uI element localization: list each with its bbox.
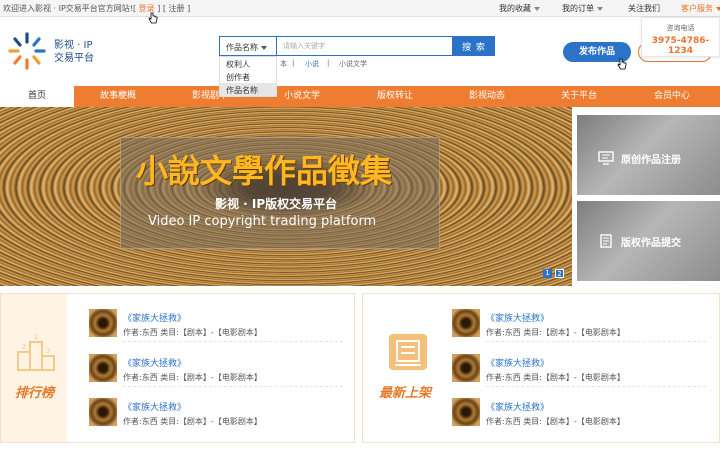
work-meta: 作者:东西 类目:【剧本】-【电影剧本】 <box>486 328 625 337</box>
search-button[interactable]: 搜 索 <box>453 36 495 56</box>
search-category-dropdown: 权利人 创作者 作品名称 <box>219 56 277 97</box>
work-title[interactable]: 《家族大拯救》 <box>123 356 186 369</box>
work-thumbnail <box>89 354 117 382</box>
logo-icon[interactable] <box>6 30 48 72</box>
register-link[interactable]: [ 注册 ] <box>163 4 190 13</box>
logo-text: 影视 · IP 交易平台 <box>54 40 94 64</box>
section-title: 最新上架 <box>379 386 432 401</box>
work-thumbnail <box>89 309 117 337</box>
favorites-link[interactable]: 我的收藏 <box>499 3 540 14</box>
work-title[interactable]: 《家族大拯救》 <box>123 400 186 413</box>
hand-cursor-icon <box>617 58 627 70</box>
customer-service-link[interactable]: 客户服务 <box>681 3 720 14</box>
banner-page-2[interactable]: 2 <box>555 269 564 278</box>
nav-item-synopsis[interactable]: 故事梗概 <box>100 86 136 107</box>
dropdown-option-rights-holder[interactable]: 权利人 <box>220 57 276 70</box>
work-meta: 作者:东西 类目:【剧本】-【电影剧本】 <box>123 373 262 382</box>
work-title[interactable]: 《家族大拯救》 <box>486 400 549 413</box>
main-nav: 首页 故事梗概 影视剧本 小说文学 版权转让 影视动态 关于平台 会员中心 <box>0 86 720 107</box>
monitor-icon <box>598 151 614 165</box>
work-title[interactable]: 《家族大拯救》 <box>123 311 186 324</box>
new-arrivals-section: 最新上架 《家族大拯救》 作者:东西 类目:【剧本】-【电影剧本】 《家族大拯救… <box>362 293 720 443</box>
divider <box>486 386 706 387</box>
hot-word[interactable]: 小说 <box>305 59 319 69</box>
hot-word[interactable]: 本 <box>280 59 287 69</box>
work-thumbnail <box>89 398 117 426</box>
hot-word-separator: | <box>292 59 295 67</box>
work-thumbnail <box>452 398 480 426</box>
login-register-group: [ 登录 ] [ 注册 ] <box>133 4 191 13</box>
chevron-down-icon <box>716 6 720 11</box>
shelf-icon <box>389 334 427 370</box>
work-meta: 作者:东西 类目:【剧本】-【电影剧本】 <box>486 417 625 426</box>
nav-item-novels[interactable]: 小说文学 <box>284 86 320 107</box>
podium-icon: 1 2 3 <box>17 333 55 371</box>
nav-item-about[interactable]: 关于平台 <box>561 86 597 107</box>
banner-title: 小說文學作品徵集 <box>136 152 393 190</box>
ranking-section: 1 2 3 排行榜 《家族大拯救》 作者:东西 类目:【剧本】-【电影剧本】 《… <box>0 293 355 443</box>
top-bar: 欢迎进入影视 · IP交易平台官方网站! [ 登录 ] [ 注册 ] 我的收藏 … <box>0 0 720 17</box>
section-title: 排行榜 <box>15 386 55 401</box>
work-meta: 作者:东西 类目:【剧本】-【电影剧本】 <box>123 328 262 337</box>
document-icon <box>600 234 612 248</box>
chevron-down-icon <box>534 6 540 11</box>
orders-link[interactable]: 我的订单 <box>562 3 603 14</box>
side-panel-label: 原创作品注册 <box>621 155 681 166</box>
hotline-label: 咨询电话 <box>666 24 695 32</box>
nav-item-member-center[interactable]: 会员中心 <box>654 86 690 107</box>
nav-item-copyright-transfer[interactable]: 版权转让 <box>377 86 413 107</box>
follow-link[interactable]: 关注我们 <box>628 3 660 14</box>
hand-cursor-icon <box>148 12 158 24</box>
hotline-popup: 咨询电话 3975-4786-1234 <box>641 17 720 57</box>
dropdown-option-work-name[interactable]: 作品名称 <box>220 83 276 96</box>
divider <box>123 386 343 387</box>
welcome-text: 欢迎进入影视 · IP交易平台官方网站! <box>3 4 134 13</box>
chevron-down-icon <box>261 45 267 50</box>
hotline-phone: 3975-4786-1234 <box>651 36 710 56</box>
work-meta: 作者:东西 类目:【剧本】-【电影剧本】 <box>123 417 262 426</box>
divider <box>486 341 706 342</box>
nav-item-home[interactable]: 首页 <box>0 86 74 107</box>
original-work-register-panel[interactable]: 原创作品注册 <box>577 115 720 195</box>
work-title[interactable]: 《家族大拯救》 <box>486 311 549 324</box>
chevron-down-icon <box>597 6 603 11</box>
banner-subtitle: 影视 · IP版权交易平台 <box>215 197 338 211</box>
work-meta: 作者:东西 类目:【剧本】-【电影剧本】 <box>486 373 625 382</box>
work-thumbnail <box>452 354 480 382</box>
banner-english-subtitle: Video IP copyright trading platform <box>148 214 377 229</box>
divider <box>123 341 343 342</box>
banner-page-1[interactable]: 1 <box>543 269 552 278</box>
dropdown-option-creator[interactable]: 创作者 <box>220 70 276 83</box>
side-panel-label: 版权作品提交 <box>621 238 681 249</box>
search-category-select[interactable]: 作品名称 <box>219 36 277 56</box>
nav-item-news[interactable]: 影视动态 <box>469 86 505 107</box>
svg-text:2: 2 <box>22 343 26 351</box>
search-input[interactable] <box>277 36 453 56</box>
hero-banner[interactable]: 小說文學作品徵集 影视 · IP版权交易平台 Video IP copyrigh… <box>0 107 572 286</box>
svg-text:1: 1 <box>34 333 38 341</box>
work-thumbnail <box>452 309 480 337</box>
svg-text:3: 3 <box>46 347 50 355</box>
hot-word[interactable]: 小说文学 <box>339 59 367 69</box>
hot-word-separator: | <box>327 59 330 67</box>
copyright-work-submit-panel[interactable]: 版权作品提交 <box>577 201 720 281</box>
work-title[interactable]: 《家族大拯救》 <box>486 356 549 369</box>
